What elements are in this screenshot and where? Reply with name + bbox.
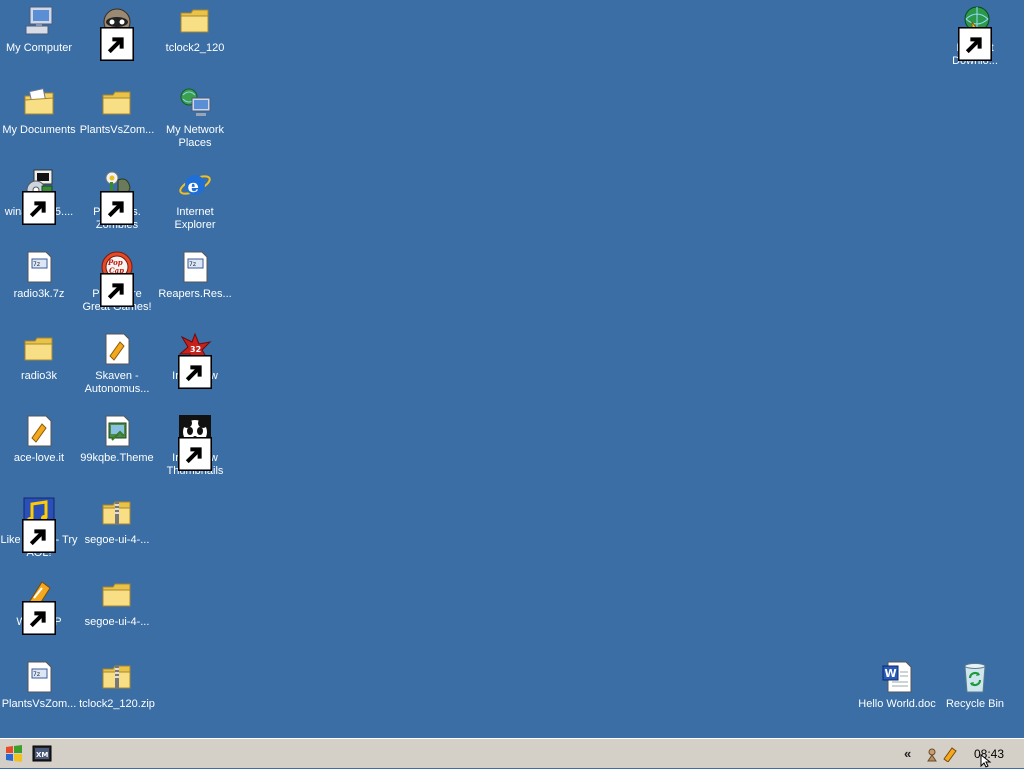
desktop-icon-label: Internet Explorer: [174, 206, 216, 231]
desktop-icon-label: Reapers.Res...: [158, 288, 232, 300]
desktop-icon-mypal[interactable]: Mypal: [78, 2, 156, 61]
desktop-icon-hello-world-doc[interactable]: W Hello World.doc: [858, 658, 936, 711]
desktop-icon-plantsvszombies-folder[interactable]: PlantsVsZom...: [78, 84, 156, 137]
word-document-icon: W: [880, 660, 914, 694]
desktop-icon-plants-vs-zombies[interactable]: Plants vs. Zombies: [78, 166, 156, 232]
shortcut-arrow-icon: [100, 27, 134, 61]
desktop-icon-label: tclock2_120.zip: [79, 698, 155, 710]
shortcut-arrow-icon: [178, 355, 212, 389]
desktop-icon-label: segoe-ui-4-...: [84, 616, 150, 628]
desktop-icon-label: My Computer: [5, 42, 73, 54]
desktop-icon-label: Hello World.doc: [858, 698, 936, 710]
internet-download-icon: [958, 4, 992, 61]
zip-folder-icon: [100, 660, 134, 694]
folder-icon: [100, 578, 134, 612]
tray-expand-button[interactable]: «: [904, 746, 911, 761]
desktop-icon-label: PlantsVsZom...: [79, 124, 155, 136]
desktop-icon-my-computer[interactable]: My Computer: [0, 2, 78, 55]
desktop-icon-irfanview[interactable]: 32 IrfanView: [156, 330, 234, 389]
svg-text:XM: XM: [36, 751, 48, 759]
desktop-icon-label: radio3k: [20, 370, 58, 382]
desktop-icon-label: radio3k.7z: [13, 288, 65, 300]
winamp-icon: [22, 578, 56, 635]
theme-file-icon: [100, 414, 134, 448]
desktop-icon-internet-explorer[interactable]: e Internet Explorer: [156, 166, 234, 232]
desktop-icon-label: 99kqbe.Theme: [80, 452, 154, 464]
desktop-icon-winamp[interactable]: WINAMP: [0, 576, 78, 635]
desktop-icon-plantsvszombies-archive[interactable]: 7z PlantsVsZom...: [0, 658, 78, 711]
shortcut-arrow-icon: [958, 27, 992, 61]
shortcut-arrow-icon: [100, 273, 134, 307]
desktop-icon-label: Recycle Bin: [945, 698, 1005, 710]
shortcut-arrow-icon: [22, 601, 56, 635]
folder-icon: [22, 332, 56, 366]
desktop-icon-ace-love[interactable]: ace-love.it: [0, 412, 78, 465]
archive-file-icon: 7z: [22, 250, 56, 284]
xm-app-icon[interactable]: XM: [32, 744, 52, 764]
mypal-icon: [100, 4, 134, 61]
shortcut-arrow-icon: [178, 437, 212, 471]
desktop-icon-play-more-games[interactable]: PopCap Play More Great Games!: [78, 248, 156, 314]
desktop-icon-my-network-places[interactable]: My Network Places: [156, 84, 234, 150]
folder-icon: [100, 86, 134, 120]
desktop-icon-label: tclock2_120: [165, 42, 225, 54]
desktop-icon-label: PlantsVsZom...: [1, 698, 77, 710]
desktop-icon-skaven[interactable]: Skaven - Autonomus...: [78, 330, 156, 396]
desktop-icon-winamp-installer[interactable]: winamp295....: [0, 166, 78, 225]
svg-text:e: e: [188, 176, 199, 197]
windows-start-icon[interactable]: [4, 744, 24, 764]
shortcut-arrow-icon: [22, 191, 56, 225]
my-documents-icon: [22, 86, 56, 120]
pvz-icon: [100, 168, 134, 225]
network-places-icon: [178, 86, 212, 120]
desktop-icon-label: ace-love.it: [13, 452, 65, 464]
popcap-icon: Pop Cap: [100, 250, 134, 307]
desktop-icon-label: Skaven - Autonomus...: [84, 370, 150, 395]
folder-icon: [178, 4, 212, 38]
desktop-icon-tclock-zip[interactable]: tclock2_120.zip: [78, 658, 156, 711]
irfanview-icon: 32: [178, 332, 212, 389]
desktop-icon-segoe-zip[interactable]: segoe-ui-4-...: [78, 494, 156, 547]
desktop-icon-irfanview-thumbnails[interactable]: IrfanView Thumbnails: [156, 412, 234, 478]
desktop-icon-internet-download[interactable]: Internet Downlo...: [936, 2, 1014, 68]
archive-file-icon: 7z: [178, 250, 212, 284]
desktop-icon-recycle-bin[interactable]: Recycle Bin: [936, 658, 1014, 711]
desktop-icon-label: My Documents: [2, 124, 76, 136]
my-computer-icon: [22, 4, 56, 38]
svg-text:7z: 7z: [189, 261, 196, 268]
archive-file-icon: 7z: [22, 660, 56, 694]
recycle-bin-icon: [958, 660, 992, 694]
desktop-icon-reapers[interactable]: 7z Reapers.Res...: [156, 248, 234, 301]
svg-text:W: W: [885, 667, 897, 680]
zip-folder-icon: [100, 496, 134, 530]
music-file-icon: [100, 332, 134, 366]
shortcut-arrow-icon: [100, 191, 134, 225]
desktop-icon-segoe-folder[interactable]: segoe-ui-4-...: [78, 576, 156, 629]
mouse-cursor-icon: [980, 754, 992, 768]
irfanview-thumbnails-icon: [178, 414, 212, 471]
desktop-icon-radio3k[interactable]: radio3k: [0, 330, 78, 383]
aol-music-icon: [22, 496, 56, 553]
desktop: My Computer My Documents winamp295.... 7…: [0, 0, 1024, 738]
desktop-icon-theme[interactable]: 99kqbe.Theme: [78, 412, 156, 465]
svg-text:7z: 7z: [33, 671, 40, 678]
desktop-icon-radio3k-7z[interactable]: 7z radio3k.7z: [0, 248, 78, 301]
winamp-tray-icon[interactable]: [942, 746, 958, 763]
desktop-icon-tclock-folder[interactable]: tclock2_120: [156, 2, 234, 55]
system-tray: « 08:43: [904, 739, 1024, 769]
svg-text:7z: 7z: [33, 261, 40, 268]
music-file-icon: [22, 414, 56, 448]
taskbar: XM « 08:43: [0, 738, 1024, 768]
desktop-icon-my-documents[interactable]: My Documents: [0, 84, 78, 137]
svg-text:32: 32: [190, 345, 201, 354]
desktop-icon-label: My Network Places: [165, 124, 225, 149]
shortcut-arrow-icon: [22, 519, 56, 553]
installer-icon: [22, 168, 56, 225]
desktop-icon-aol-music[interactable]: Like Music - Try AOL!: [0, 494, 78, 560]
ie-icon: e: [178, 168, 212, 202]
tray-app-icon[interactable]: [924, 746, 940, 762]
desktop-icon-label: segoe-ui-4-...: [84, 534, 150, 546]
